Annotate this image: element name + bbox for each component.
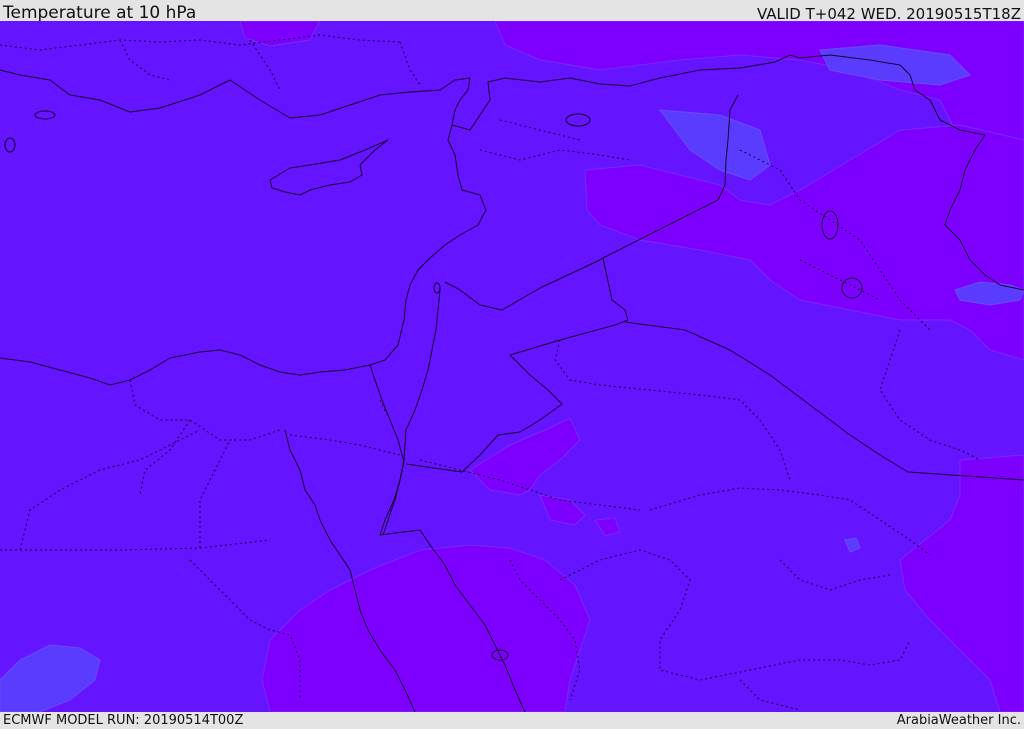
map-title: Temperature at 10 hPa: [3, 3, 197, 23]
credit-label: ArabiaWeather Inc.: [896, 713, 1021, 728]
footer-bar: ECMWF MODEL RUN: 20190514T00Z ArabiaWeat…: [0, 712, 1024, 729]
map-frame: Temperature at 10 hPa VALID T+042 WED. 2…: [0, 0, 1024, 729]
map-area[interactable]: [0, 21, 1024, 712]
temperature-map: [0, 21, 1024, 712]
header-bar: Temperature at 10 hPa VALID T+042 WED. 2…: [0, 0, 1024, 23]
model-run-label: ECMWF MODEL RUN: 20190514T00Z: [3, 713, 244, 728]
